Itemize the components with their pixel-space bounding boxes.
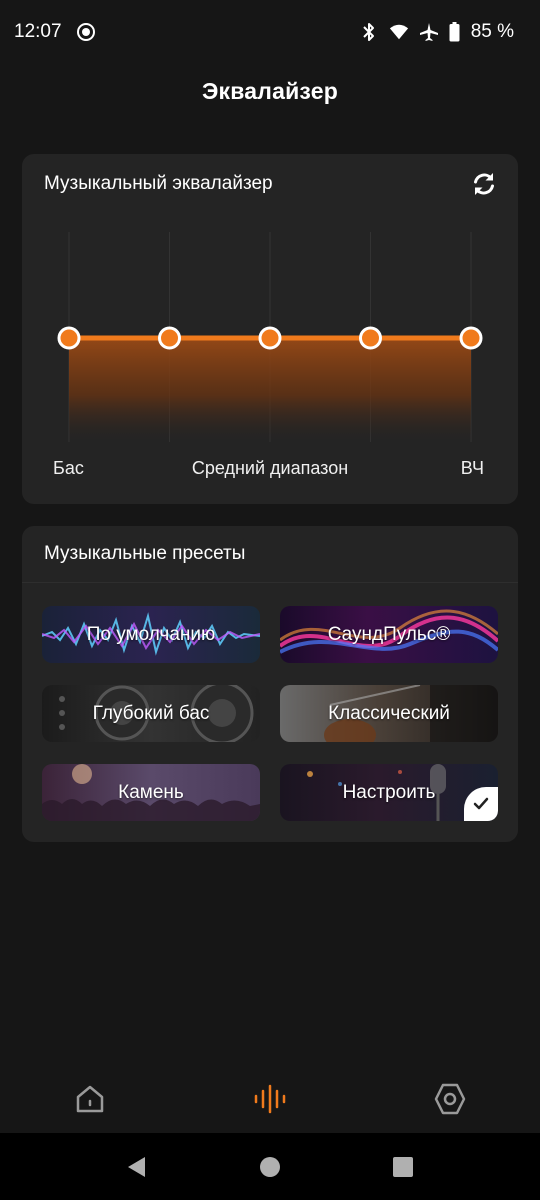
nav-equalizer-button[interactable] bbox=[240, 1069, 300, 1129]
page-title: Эквалайзер bbox=[201, 78, 338, 104]
equalizer-chart[interactable] bbox=[22, 214, 518, 454]
equalizer-band-labels: Бас Средний диапазон ВЧ bbox=[22, 458, 518, 482]
band-label-mid: Средний диапазон bbox=[191, 458, 349, 478]
equalizer-title: Музыкальный эквалайзер bbox=[44, 173, 273, 194]
settings-icon bbox=[434, 1083, 466, 1115]
band-label-treble: ВЧ bbox=[460, 458, 484, 478]
system-recents-button[interactable] bbox=[383, 1147, 423, 1187]
preset-label: Глубокий бас bbox=[92, 702, 210, 724]
presets-card-header: Музыкальные пресеты bbox=[22, 526, 518, 583]
preset-label: Камень bbox=[118, 781, 184, 803]
battery-percent: 85 % bbox=[470, 21, 514, 42]
airplane-icon bbox=[419, 22, 439, 42]
preset-deep-bass[interactable]: Глубокий бас bbox=[42, 685, 260, 742]
refresh-icon bbox=[474, 173, 494, 195]
preset-label: Классический bbox=[328, 702, 450, 724]
preset-label: Настроить bbox=[342, 781, 436, 803]
home-circle-icon bbox=[259, 1156, 280, 1177]
preset-label: По умолчанию bbox=[86, 623, 216, 645]
battery-icon bbox=[449, 22, 461, 42]
equalizer-icon bbox=[254, 1084, 286, 1114]
checkmark-icon bbox=[473, 797, 489, 810]
preset-grid: По умолчанию СаундПульс® Глубокий бас Кл… bbox=[42, 606, 498, 821]
status-bar: 12:07 85 % bbox=[0, 0, 540, 64]
preset-soundpulse[interactable]: СаундПульс® bbox=[280, 606, 498, 663]
nav-home-button[interactable] bbox=[60, 1069, 120, 1129]
wifi-icon bbox=[389, 22, 409, 42]
band-slider-knob-3[interactable] bbox=[258, 326, 282, 350]
system-home-button[interactable] bbox=[250, 1147, 290, 1187]
band-slider-knob-4[interactable] bbox=[359, 326, 382, 350]
band-slider-knob-5[interactable] bbox=[459, 326, 483, 350]
preset-custom[interactable]: Настроить bbox=[280, 764, 498, 821]
presets-title: Музыкальные пресеты bbox=[44, 543, 246, 564]
preset-default[interactable]: По умолчанию bbox=[42, 606, 260, 663]
system-navigation-bar bbox=[0, 1133, 540, 1200]
record-icon bbox=[76, 22, 96, 42]
band-slider-knob-2[interactable] bbox=[158, 326, 181, 350]
presets-card: Музыкальные пресеты По умолчанию СаундПу… bbox=[22, 526, 518, 842]
system-back-button[interactable] bbox=[117, 1147, 157, 1187]
preset-label: СаундПульс® bbox=[327, 623, 451, 645]
bottom-navigation bbox=[0, 1066, 540, 1132]
preset-classical[interactable]: Классический bbox=[280, 685, 498, 742]
band-slider-knob-1[interactable] bbox=[57, 326, 81, 350]
nav-settings-button[interactable] bbox=[420, 1069, 480, 1129]
back-icon bbox=[127, 1156, 145, 1177]
home-icon bbox=[76, 1085, 104, 1113]
reset-equalizer-button[interactable] bbox=[470, 170, 498, 198]
status-time: 12:07 bbox=[14, 21, 62, 42]
preset-rock[interactable]: Камень bbox=[42, 764, 260, 821]
recents-icon bbox=[393, 1156, 414, 1177]
equalizer-card-header: Музыкальный эквалайзер bbox=[22, 154, 518, 214]
bluetooth-icon bbox=[359, 22, 379, 42]
equalizer-fill-area bbox=[69, 338, 471, 442]
equalizer-card: Музыкальный эквалайзер Бас Средний диапа… bbox=[22, 154, 518, 504]
